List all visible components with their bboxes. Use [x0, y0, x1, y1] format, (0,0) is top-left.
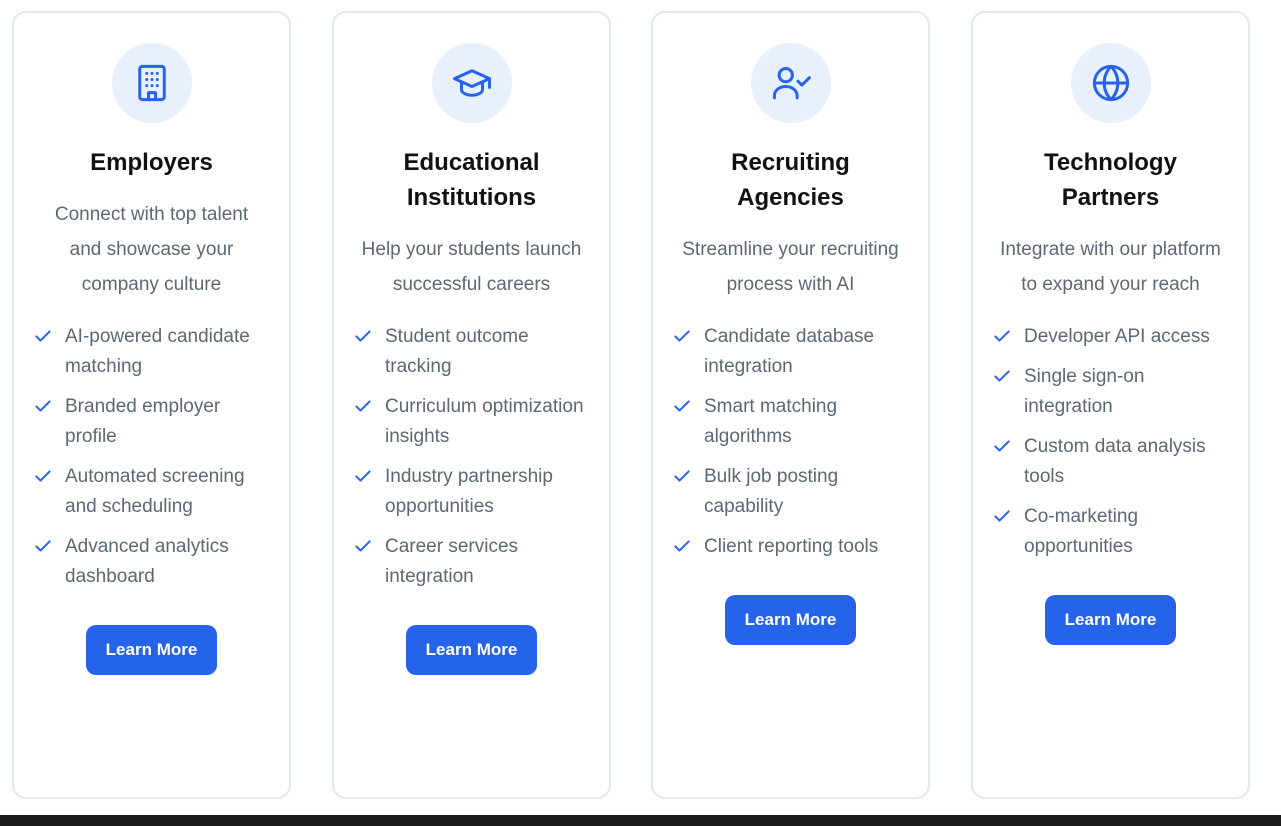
feature-item: Student outcome tracking [353, 322, 594, 382]
globe-icon [1092, 64, 1129, 102]
card-educational-institutions: Educational Institutions Help your stude… [332, 11, 611, 799]
feature-item: Single sign-on integration [992, 362, 1233, 422]
check-icon [35, 400, 51, 412]
feature-item: Smart matching algorithms [672, 392, 913, 452]
feature-item: Candidate database integration [672, 322, 913, 382]
check-icon [35, 330, 51, 342]
partner-cards-section: Employers Connect with top talent and sh… [0, 0, 1281, 826]
feature-text: Career services integration [385, 536, 519, 587]
feature-item: Career services integration [353, 532, 594, 592]
feature-item: Developer API access [992, 322, 1233, 352]
card-title: Technology Partners [1044, 149, 1177, 211]
learn-more-button[interactable]: Learn More [406, 625, 537, 675]
check-icon [35, 470, 51, 482]
feature-text: Automated screening and scheduling [65, 466, 245, 517]
bottom-edge-bar [0, 815, 1281, 826]
feature-text: Candidate database integration [704, 326, 875, 377]
feature-list: Student outcome tracking Curriculum opti… [349, 322, 594, 602]
icon-badge [1070, 43, 1151, 123]
check-icon [994, 370, 1010, 382]
check-icon [674, 400, 690, 412]
feature-text: Custom data analysis tools [1024, 436, 1206, 487]
feature-text: Co-marketing opportunities [1024, 506, 1139, 557]
card-description: Streamline your recruiting process with … [682, 239, 899, 295]
card-description: Integrate with our platform to expand yo… [1000, 239, 1221, 295]
icon-badge [431, 43, 512, 123]
feature-item: Industry partnership opportunities [353, 462, 594, 522]
check-icon [994, 440, 1010, 452]
feature-text: Branded employer profile [65, 396, 221, 447]
learn-more-button[interactable]: Learn More [725, 595, 856, 645]
check-icon [355, 400, 371, 412]
icon-badge [750, 43, 831, 123]
feature-text: Curriculum optimization insights [385, 396, 584, 447]
check-icon [674, 540, 690, 552]
check-icon [674, 470, 690, 482]
feature-text: Smart matching algorithms [704, 396, 838, 447]
feature-item: Curriculum optimization insights [353, 392, 594, 452]
graduation-cap-icon [452, 69, 491, 97]
card-description: Connect with top talent and showcase you… [54, 204, 249, 295]
feature-list: Candidate database integration Smart mat… [668, 322, 913, 572]
feature-item: Branded employer profile [33, 392, 274, 452]
card-technology-partners: Technology Partners Integrate with our p… [971, 11, 1250, 799]
check-icon [355, 330, 371, 342]
icon-badge [111, 43, 192, 123]
check-icon [994, 510, 1010, 522]
feature-list: Developer API access Single sign-on inte… [988, 322, 1233, 572]
feature-item: AI-powered candidate matching [33, 322, 274, 382]
feature-text: Student outcome tracking [385, 326, 529, 377]
card-title: Employers [90, 149, 213, 176]
card-description: Help your students launch successful car… [361, 239, 582, 295]
check-icon [355, 470, 371, 482]
learn-more-button[interactable]: Learn More [1045, 595, 1176, 645]
feature-item: Advanced analytics dashboard [33, 532, 274, 592]
check-icon [994, 330, 1010, 342]
card-employers: Employers Connect with top talent and sh… [12, 11, 291, 799]
feature-item: Co-marketing opportunities [992, 502, 1233, 562]
feature-item: Client reporting tools [672, 532, 913, 562]
feature-text: Client reporting tools [704, 536, 879, 557]
building-icon [137, 64, 166, 102]
card-recruiting-agencies: Recruiting Agencies Streamline your recr… [651, 11, 930, 799]
check-icon [35, 540, 51, 552]
check-icon [355, 540, 371, 552]
feature-text: Industry partnership opportunities [385, 466, 553, 517]
learn-more-button[interactable]: Learn More [86, 625, 217, 675]
feature-item: Bulk job posting capability [672, 462, 913, 522]
card-title: Recruiting Agencies [731, 149, 850, 211]
feature-text: Advanced analytics dashboard [65, 536, 229, 587]
feature-text: Developer API access [1024, 326, 1210, 347]
check-icon [674, 330, 690, 342]
feature-list: AI-powered candidate matching Branded em… [29, 322, 274, 602]
card-title: Educational Institutions [403, 149, 540, 211]
feature-text: Bulk job posting capability [704, 466, 839, 517]
feature-item: Automated screening and scheduling [33, 462, 274, 522]
feature-text: AI-powered candidate matching [65, 326, 250, 377]
feature-text: Single sign-on integration [1024, 366, 1145, 417]
user-check-icon [772, 66, 811, 100]
feature-item: Custom data analysis tools [992, 432, 1233, 492]
